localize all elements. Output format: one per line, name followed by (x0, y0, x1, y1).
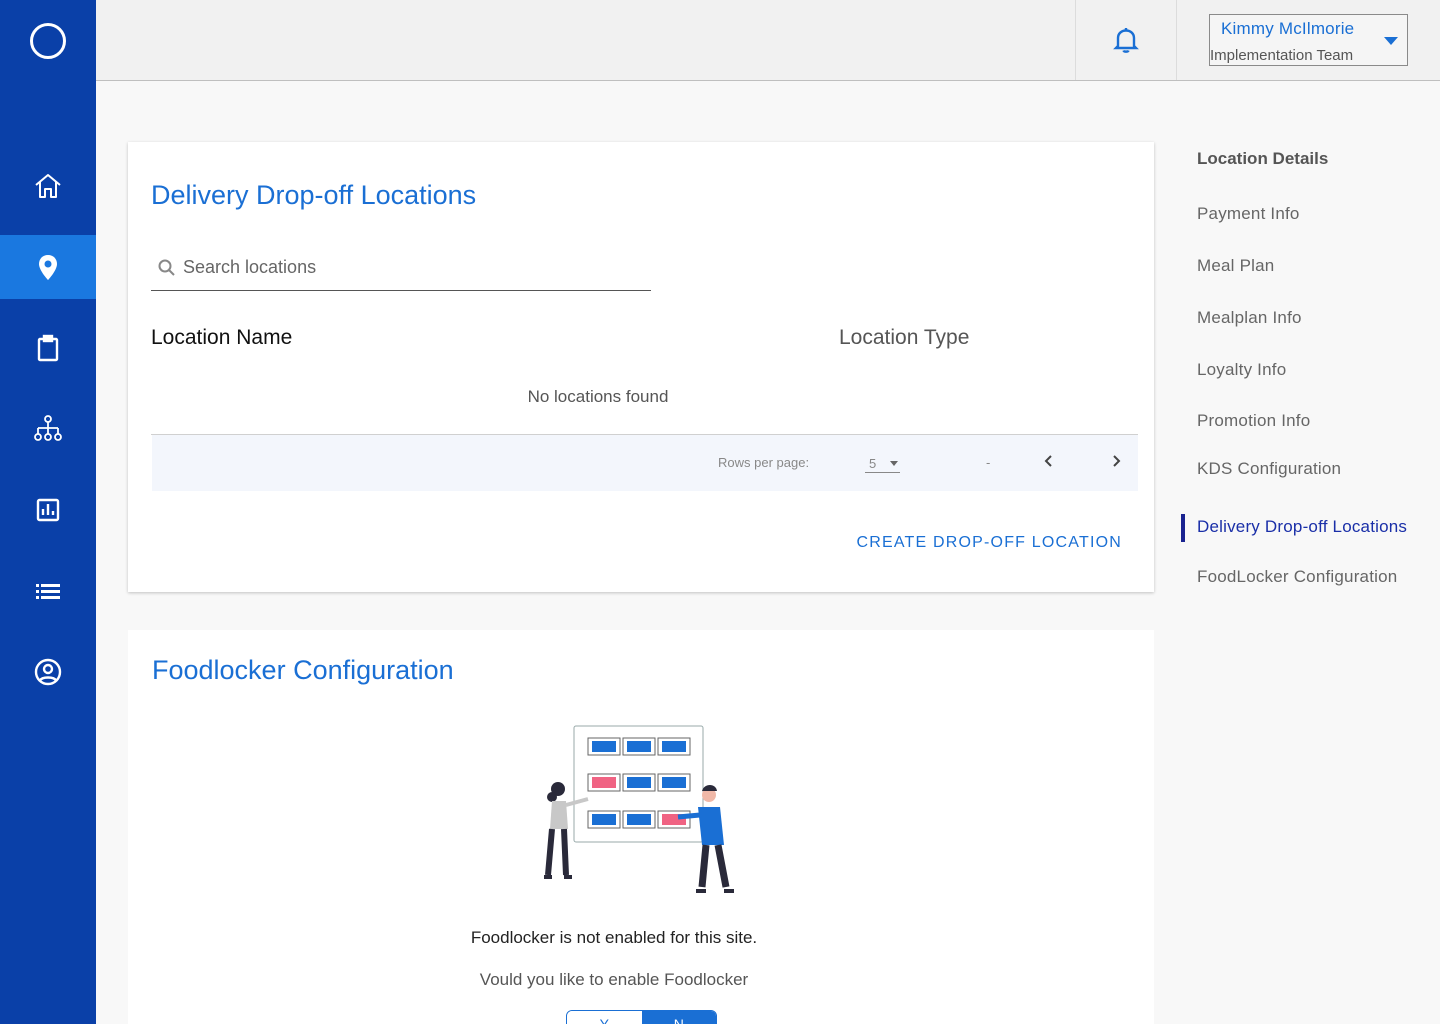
org-chart-icon (34, 415, 62, 441)
chevron-left-icon (1044, 455, 1052, 467)
notifications-button[interactable] (1075, 0, 1177, 80)
foodlocker-status-message: Foodlocker is not enabled for this site. (470, 928, 758, 947)
nav-heading: Location Details (1197, 149, 1329, 168)
nav-item-promotion-info[interactable]: Promotion Info (1197, 411, 1310, 431)
bell-icon (1113, 28, 1139, 53)
sidebar (0, 0, 96, 1024)
foodlocker-illustration (544, 725, 734, 893)
bar-chart-icon (36, 498, 60, 522)
foodlocker-card: Foodlocker Configuration Foodlocker is n… (128, 630, 1154, 1024)
nav-item-loyalty-info[interactable]: Loyalty Info (1197, 360, 1286, 380)
empty-state-text: No locations found (527, 387, 669, 406)
sidebar-item-reports[interactable] (0, 478, 96, 542)
clipboard-icon (37, 334, 59, 362)
search-input[interactable] (183, 257, 623, 278)
sidebar-item-organization[interactable] (0, 397, 96, 461)
logo-circle-icon[interactable] (30, 23, 66, 59)
home-icon (35, 174, 61, 198)
sidebar-item-profile[interactable] (0, 640, 96, 704)
search-field (151, 245, 651, 291)
column-header-location-type[interactable]: Location Type (839, 326, 969, 350)
nav-item-kds-configuration[interactable]: KDS Configuration (1197, 459, 1341, 479)
caret-down-icon (1384, 37, 1398, 45)
sidebar-item-orders[interactable] (0, 316, 96, 380)
create-drop-off-location-button[interactable]: CREATE DROP-OFF LOCATION (856, 534, 1122, 552)
enable-yes-button[interactable]: Y (567, 1011, 642, 1024)
location-pin-icon (39, 255, 57, 280)
rows-per-page-label: Rows per page: (718, 455, 810, 470)
active-indicator (1181, 514, 1185, 542)
nav-item-delivery-drop-off-locations[interactable]: Delivery Drop-off Locations (1197, 517, 1407, 537)
enable-foodlocker-toggle: Y N (566, 1010, 717, 1024)
foodlocker-enable-question: Vould you like to enable Foodlocker (479, 970, 749, 989)
next-page-button[interactable] (1104, 449, 1128, 473)
nav-item-foodlocker-configuration[interactable]: FoodLocker Configuration (1197, 567, 1397, 587)
previous-page-button[interactable] (1037, 449, 1061, 473)
sidebar-item-home[interactable] (0, 154, 96, 218)
chevron-right-icon (1113, 455, 1121, 467)
rows-per-page-select[interactable]: 5 (865, 451, 900, 473)
enable-no-button[interactable]: N (641, 1011, 716, 1024)
user-team: Implementation Team (1210, 47, 1354, 64)
nav-item-meal-plan[interactable]: Meal Plan (1197, 256, 1274, 276)
page-range: - (986, 455, 991, 470)
top-bar: Kimmy McIlmorie Implementation Team (96, 0, 1440, 81)
sidebar-item-locations[interactable] (0, 235, 96, 299)
pagination-bar: Rows per page: 5 - (152, 435, 1138, 491)
drop-off-title: Delivery Drop-off Locations (151, 180, 477, 210)
user-name: Kimmy McIlmorie (1221, 19, 1355, 38)
sidebar-item-menu-list[interactable] (0, 559, 96, 623)
drop-off-locations-card: Delivery Drop-off Locations Location Nam… (128, 142, 1154, 592)
nav-item-mealplan-info[interactable]: Mealplan Info (1197, 308, 1302, 328)
user-circle-icon (34, 658, 62, 686)
nav-item-payment-info[interactable]: Payment Info (1197, 204, 1300, 224)
user-menu-dropdown[interactable]: Kimmy McIlmorie Implementation Team (1209, 14, 1408, 66)
column-header-location-name[interactable]: Location Name (151, 326, 292, 350)
list-icon (36, 584, 60, 599)
caret-down-icon (890, 461, 898, 466)
rows-per-page-value: 5 (869, 456, 877, 471)
foodlocker-title: Foodlocker Configuration (152, 655, 454, 685)
search-icon (158, 259, 175, 276)
